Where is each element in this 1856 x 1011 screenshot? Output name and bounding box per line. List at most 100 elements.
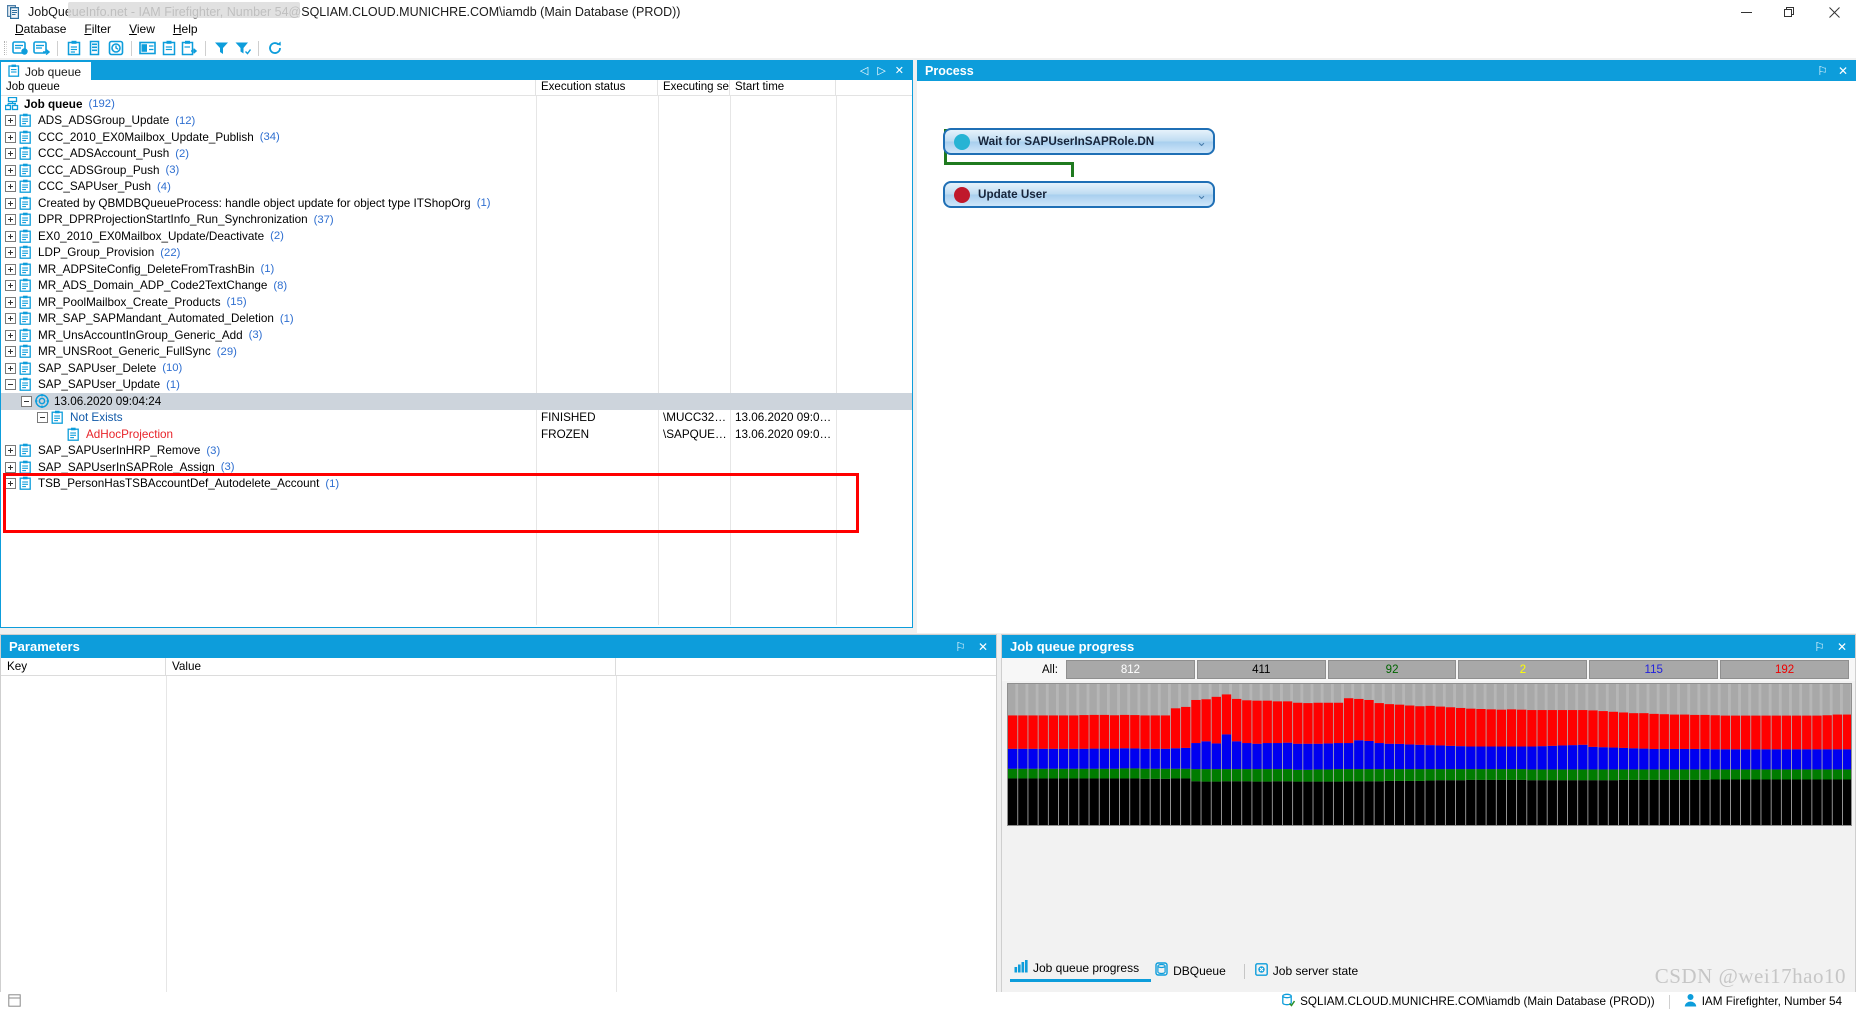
tree-row[interactable]: LDP_Group_Provision (22) <box>1 245 912 262</box>
expand-node-button[interactable] <box>5 445 16 457</box>
tree-row[interactable]: TSB_PersonHasTSBAccountDef_Autodelete_Ac… <box>1 476 912 493</box>
column-header-spare[interactable] <box>836 80 912 95</box>
tab-prev-button[interactable]: ◁ <box>860 64 868 77</box>
expand-node-button[interactable] <box>5 329 16 341</box>
tree-row[interactable]: DPR_DPRProjectionStartInfo_Run_Synchroni… <box>1 212 912 229</box>
process-node-1[interactable]: Update User ⌄ <box>943 181 1215 208</box>
collapse-node-button[interactable] <box>21 395 32 407</box>
collapse-node-button[interactable] <box>37 412 48 424</box>
tab-dbqueue[interactable]: DBQueue <box>1151 960 1238 982</box>
db-queue-icon[interactable] <box>84 39 105 58</box>
expand-node-button[interactable] <box>5 181 16 193</box>
connect-database-icon[interactable] <box>10 39 31 58</box>
tab-close-button[interactable]: ✕ <box>895 64 904 77</box>
tab-job-server-state[interactable]: Job server state <box>1251 961 1370 982</box>
tree-row[interactable]: ADS_ADSGroup_Update (12) <box>1 113 912 130</box>
menu-bar: Database Filter View Help <box>0 19 1856 38</box>
expand-node-button[interactable] <box>5 478 16 490</box>
expand-node-button[interactable] <box>5 280 16 292</box>
expand-node-button[interactable] <box>5 164 16 176</box>
tree-row[interactable]: CCC_SAPUser_Push (4) <box>1 179 912 196</box>
tree-row[interactable]: MR_UnsAccountInGroup_Generic_Add (3) <box>1 327 912 344</box>
disconnect-database-icon[interactable] <box>31 39 52 58</box>
tree-row[interactable]: SAP_SAPUserInHRP_Remove (3) <box>1 443 912 460</box>
parameters-rows[interactable] <box>1 676 996 1010</box>
expand-node-button[interactable] <box>5 362 16 374</box>
parameters-close-button[interactable]: ✕ <box>978 640 988 654</box>
tab-next-button[interactable]: ▷ <box>877 64 885 77</box>
tree-row[interactable]: AdHocProjection FROZEN \SAPQUEUE_E... 13.06… <box>1 426 912 443</box>
tree-row[interactable]: Created by QBMDBQueueProcess: handle obj… <box>1 195 912 212</box>
tab-job-queue[interactable]: Job queue <box>1 62 92 80</box>
menu-filter[interactable]: Filter <box>75 21 120 37</box>
chevron-down-icon[interactable]: ⌄ <box>1196 134 1207 150</box>
job-queue-progress-tabs: Job queue progress DBQueue Job server st… <box>1002 960 1855 982</box>
tree-row[interactable]: 13.06.2020 09:04:24 <box>1 393 912 410</box>
parameters-pin-button[interactable]: ⚐ <box>955 640 966 654</box>
expand-node-button[interactable] <box>5 115 16 127</box>
stat-button-3[interactable]: 2 <box>1458 660 1588 679</box>
tree-root-row[interactable]: Job queue (192) <box>1 96 912 113</box>
tree-row[interactable]: CCC_ADSGroup_Push (3) <box>1 162 912 179</box>
tree-row[interactable]: SAP_SAPUser_Delete (10) <box>1 360 912 377</box>
column-header-executing-server[interactable]: Executing server <box>658 80 730 95</box>
tree-row[interactable]: CCC_ADSAccount_Push (2) <box>1 146 912 163</box>
tree-row[interactable]: Not Exists FINISHED \MUCC325105 13.06.2020 … <box>1 410 912 427</box>
job-queue-icon[interactable] <box>63 39 84 58</box>
expand-node-button[interactable] <box>5 197 16 209</box>
expand-node-button[interactable] <box>5 214 16 226</box>
clear-filter-icon[interactable] <box>232 39 253 58</box>
stat-button-1[interactable]: 411 <box>1196 660 1326 679</box>
stat-button-2[interactable]: 92 <box>1327 660 1457 679</box>
tree-row[interactable]: MR_PoolMailbox_Create_Products (15) <box>1 294 912 311</box>
menu-view[interactable]: View <box>120 21 164 37</box>
expand-node-button[interactable] <box>5 346 16 358</box>
expand-node-button[interactable] <box>5 131 16 143</box>
process-pin-button[interactable]: ⚐ <box>1817 64 1828 78</box>
parameters-icon[interactable] <box>158 39 179 58</box>
column-header-execution-status[interactable]: Execution status <box>536 80 658 95</box>
tree-row[interactable]: MR_SAP_SAPMandant_Automated_Deletion (1) <box>1 311 912 328</box>
job-queue-progress-pin-button[interactable]: ⚐ <box>1814 640 1825 654</box>
job-queue-progress-close-button[interactable]: ✕ <box>1837 640 1847 654</box>
tree-row[interactable]: CCC_2010_EX0Mailbox_Update_Publish (34) <box>1 129 912 146</box>
stat-button-0[interactable]: 812 <box>1066 660 1195 679</box>
stat-button-4[interactable]: 115 <box>1589 660 1719 679</box>
chevron-down-icon-2[interactable]: ⌄ <box>1196 187 1207 203</box>
column-header-key[interactable]: Key <box>1 658 166 675</box>
expand-node-button[interactable] <box>5 263 16 275</box>
tree-row[interactable]: SAP_SAPUser_Update (1) <box>1 377 912 394</box>
menu-database[interactable]: Database <box>6 21 75 37</box>
expand-node-button[interactable] <box>5 313 16 325</box>
refresh-icon[interactable] <box>264 39 285 58</box>
menu-help[interactable]: Help <box>164 21 207 37</box>
tree-row[interactable]: SAP_SAPUserInSAPRole_Assign (3) <box>1 459 912 476</box>
column-header-value[interactable]: Value <box>166 658 616 675</box>
process-node-0[interactable]: Wait for SAPUserInSAPRole.DN ⌄ <box>943 128 1215 155</box>
stat-button-5[interactable]: 192 <box>1720 660 1849 679</box>
expand-node-button[interactable] <box>5 296 16 308</box>
collapse-node-button[interactable] <box>5 379 16 391</box>
tab-job-queue-progress[interactable]: Job queue progress <box>1010 958 1152 982</box>
tree-row[interactable]: MR_UNSRoot_Generic_FullSync (29) <box>1 344 912 361</box>
process-close-button[interactable]: ✕ <box>1838 64 1848 78</box>
job-queue-tree[interactable]: Job queue (192) ADS_ADSGroup_Update (12) C… <box>1 96 912 625</box>
expand-node-button[interactable] <box>5 148 16 160</box>
tree-row[interactable]: EX0_2010_EX0Mailbox_Update/Deactivate (2) <box>1 228 912 245</box>
job-server-state-icon[interactable] <box>105 39 126 58</box>
toolbar-grip[interactable] <box>4 41 7 55</box>
filter-icon[interactable] <box>211 39 232 58</box>
process-diagram-canvas[interactable]: Wait for SAPUserInSAPRole.DN ⌄ Update Us… <box>917 81 1856 633</box>
process-view-icon[interactable] <box>137 39 158 58</box>
tree-row[interactable]: MR_ADPSiteConfig_DeleteFromTrashBin (1) <box>1 261 912 278</box>
expand-node-button[interactable] <box>5 230 16 242</box>
process-info-icon[interactable] <box>179 39 200 58</box>
column-header-start-time[interactable]: Start time <box>730 80 836 95</box>
column-header-params-spare[interactable] <box>616 658 996 675</box>
column-header-job-queue[interactable]: Job queue <box>1 80 536 95</box>
tree-row[interactable]: MR_ADS_Domain_ADP_Code2TextChange (8) <box>1 278 912 295</box>
expand-node-button[interactable] <box>5 247 16 259</box>
status-database-item[interactable]: SQLIAM.CLOUD.MUNICHRE.COM\iamdb (Main Da… <box>1281 993 1655 1010</box>
status-user-item[interactable]: IAM Firefighter, Number 54 <box>1684 993 1842 1010</box>
expand-node-button[interactable] <box>5 461 16 473</box>
